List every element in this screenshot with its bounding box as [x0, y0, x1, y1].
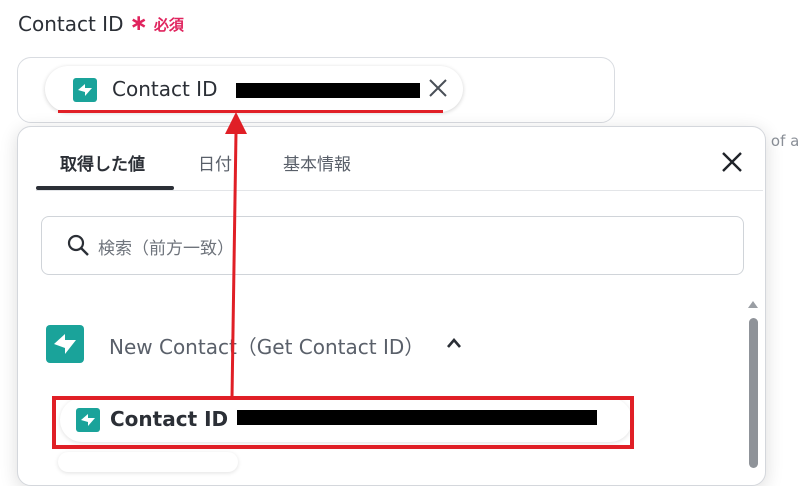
- scroll-up-arrow[interactable]: [748, 301, 758, 308]
- close-icon[interactable]: [720, 150, 744, 174]
- background-text: l of a: [762, 132, 800, 150]
- app-icon: [73, 78, 97, 102]
- required-asterisk: ∗: [129, 11, 148, 36]
- app-icon: [46, 325, 84, 363]
- field-label-text: Contact ID: [18, 12, 124, 36]
- search-icon: [67, 234, 89, 256]
- active-tab-indicator: [36, 186, 174, 190]
- annotation-underline: [58, 110, 443, 113]
- tab-basic-info[interactable]: 基本情報: [283, 150, 351, 175]
- search-placeholder: 検索（前方一致）: [98, 239, 234, 259]
- tab-divider: [36, 190, 763, 191]
- group-label[interactable]: New Contact（Get Contact ID）: [109, 331, 424, 360]
- field-label: Contact ID ∗ 必須: [18, 12, 184, 36]
- annotation-highlight-box: [52, 396, 634, 449]
- chip-label: Contact ID: [112, 77, 218, 101]
- tab-acquired-values[interactable]: 取得した値: [60, 150, 145, 175]
- required-text: 必須: [153, 15, 184, 34]
- list-item[interactable]: [58, 452, 238, 472]
- tab-date[interactable]: 日付: [198, 150, 232, 175]
- close-icon[interactable]: [427, 77, 449, 99]
- redacted-value: [236, 83, 420, 98]
- scrollbar-thumb[interactable]: [749, 318, 758, 468]
- chevron-up-icon[interactable]: [445, 336, 463, 350]
